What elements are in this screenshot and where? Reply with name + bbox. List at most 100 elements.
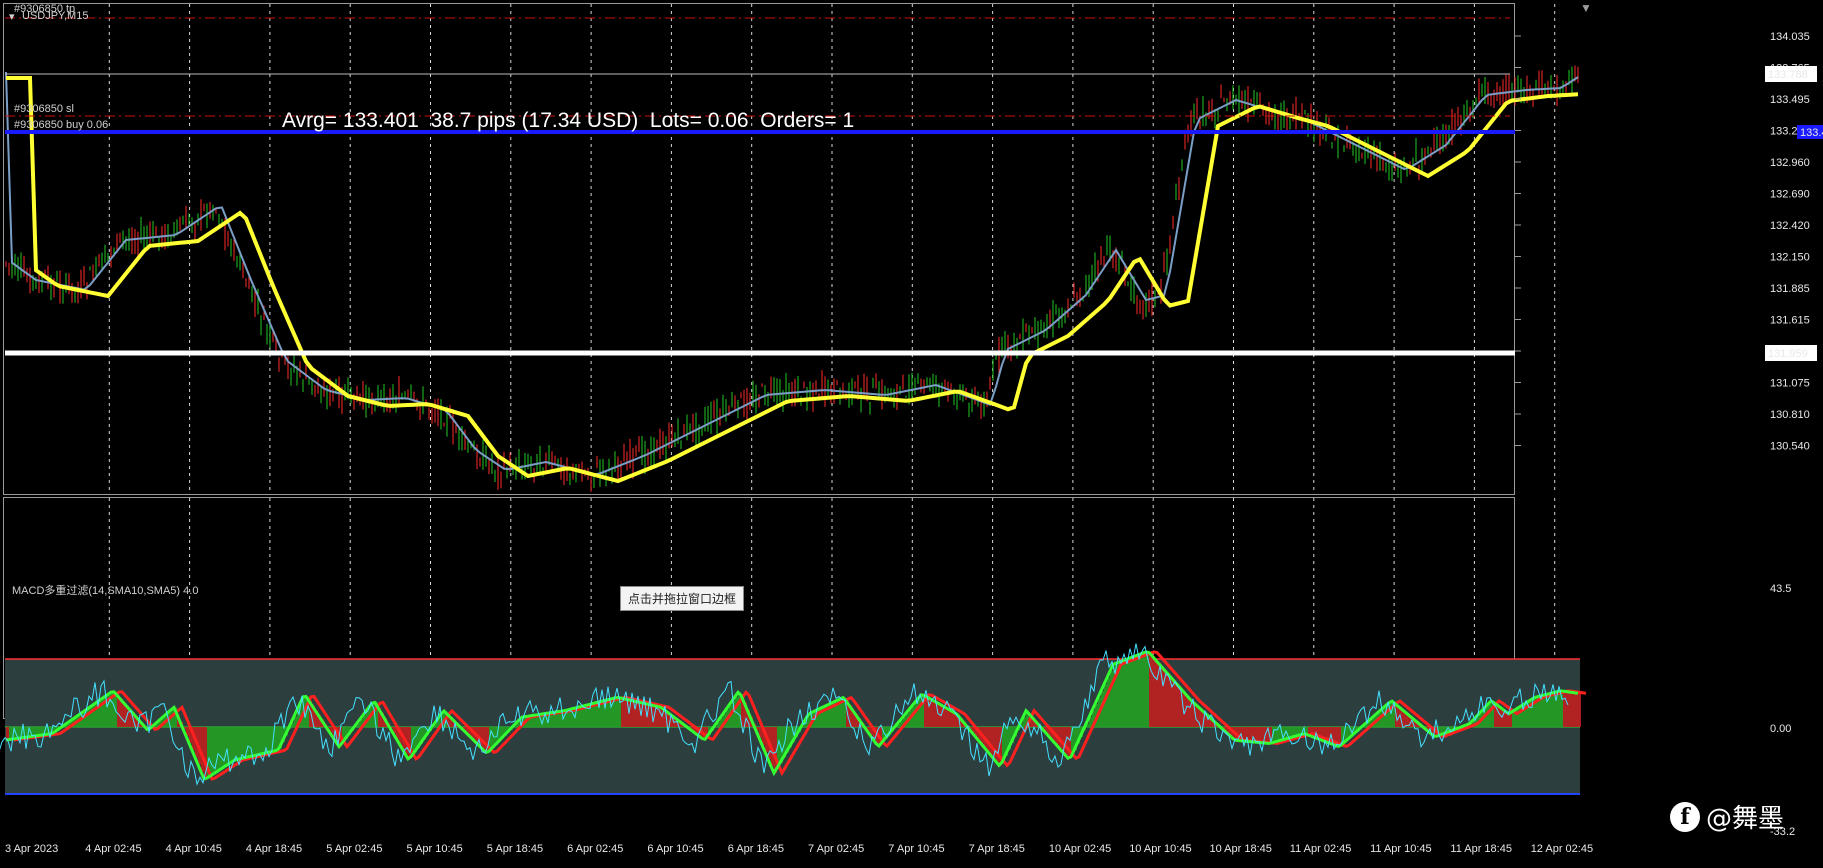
price-tick-label: 132.690: [1770, 189, 1810, 201]
time-axis[interactable]: 3 Apr 2023 4 Apr 02:45 4 Apr 10:45 4 Apr 18…: [5, 843, 1593, 855]
histogram-bar: [216, 727, 219, 773]
time-tick-label: 10 Apr 02:45: [1049, 843, 1111, 855]
symbol-label: USDJPY,M15: [22, 10, 88, 22]
histogram-bar: [1119, 662, 1122, 727]
histogram-bar: [1128, 658, 1131, 727]
histogram-bar: [261, 727, 264, 755]
time-tick-label: 4 Apr 02:45: [85, 843, 141, 855]
chart-window[interactable]: #9306850 tp USDJPY,M15 ▾ #9306850 sl #93…: [0, 0, 1823, 868]
time-tick-label: 7 Apr 18:45: [969, 843, 1025, 855]
histogram-bar: [1176, 683, 1179, 727]
histogram-bar: [1551, 693, 1554, 727]
watermark-text: @舞墨: [1706, 804, 1785, 834]
time-tick-label: 6 Apr 02:45: [567, 843, 623, 855]
histogram-bar: [225, 727, 228, 767]
time-tick-label: 10 Apr 18:45: [1210, 843, 1272, 855]
watermark: f @舞墨: [1670, 798, 1784, 835]
time-tick-label: 4 Apr 18:45: [246, 843, 302, 855]
histogram-bar: [1260, 727, 1263, 743]
histogram-bar: [1575, 692, 1578, 727]
order-summary: Avrg= 133.401 38.7 pips (17.34 USD) Lots…: [282, 109, 854, 132]
macd-range-band: [5, 658, 1580, 795]
histogram-bar: [234, 727, 237, 761]
histogram-bar: [1134, 656, 1137, 727]
histogram-bar: [600, 701, 603, 727]
histogram-bar: [255, 727, 258, 756]
histogram-bar: [1140, 654, 1143, 727]
histogram-bar: [258, 727, 261, 755]
avg-price-value: 133.401: [1800, 127, 1823, 139]
time-tick-label: 11 Apr 18:45: [1450, 843, 1512, 855]
histogram-bar: [1542, 695, 1545, 727]
histogram-bar: [1152, 655, 1155, 727]
scroll-marker-icon[interactable]: ▼: [1580, 1, 1592, 15]
histogram-bar: [1572, 692, 1575, 727]
time-tick-label: 6 Apr 10:45: [647, 843, 703, 855]
order-buy-label: #9306850 buy 0.06: [14, 119, 108, 131]
price-tick-label: 131.075: [1770, 378, 1810, 390]
histogram-bar: [1131, 657, 1134, 727]
price-tick-label: 134.035: [1770, 31, 1810, 43]
histogram-bar: [1173, 679, 1176, 727]
histogram-bar: [1509, 713, 1512, 727]
histogram-bar: [990, 727, 993, 755]
price-tick-label: 130.810: [1770, 409, 1810, 421]
histogram-bar: [1137, 655, 1140, 727]
histogram-bar: [408, 727, 411, 759]
price-tick-label: 132.960: [1770, 157, 1810, 169]
histogram-bar: [606, 700, 609, 727]
drag-border-tooltip: 点击并拖拉窗口边框: [620, 586, 745, 611]
histogram-bar: [1569, 691, 1572, 727]
histogram-bar: [237, 727, 240, 760]
histogram-bar: [240, 727, 243, 759]
histogram-bar: [243, 727, 246, 759]
histogram-bar: [624, 698, 627, 727]
time-tick-label: 4 Apr 10:45: [166, 843, 222, 855]
histogram-bar: [222, 727, 225, 769]
histogram-bar: [615, 697, 618, 727]
time-tick-label: 3 Apr 2023: [5, 843, 58, 855]
order-sl-label: #9306850 sl: [14, 103, 74, 115]
time-tick-label: 10 Apr 10:45: [1129, 843, 1191, 855]
histogram-bar: [1563, 691, 1566, 727]
histogram-bar: [1125, 659, 1128, 727]
dropdown-arrow-icon[interactable]: ▾: [9, 11, 15, 23]
price-tick-label: 133.495: [1770, 94, 1810, 106]
indicator-zero: 0.00: [1770, 723, 1791, 735]
histogram-bar: [210, 727, 213, 777]
time-tick-label: 11 Apr 10:45: [1370, 843, 1432, 855]
price-tick-label: 132.420: [1770, 220, 1810, 232]
histogram-bar: [1578, 693, 1581, 727]
time-tick-label: 12 Apr 02:45: [1531, 843, 1593, 855]
price-tick-label: 131.885: [1770, 283, 1810, 295]
current-price-value: 133.788: [1768, 69, 1808, 81]
histogram-bar: [1512, 711, 1515, 727]
histogram-bar: [6, 727, 9, 740]
indicator-label: MACD多重过滤(14,SMA10,SMA5) 4.0: [12, 583, 198, 597]
histogram-bar: [933, 700, 936, 727]
time-tick-label: 7 Apr 02:45: [808, 843, 864, 855]
price-tick-label: 130.540: [1770, 441, 1810, 453]
time-tick-label: 5 Apr 10:45: [407, 843, 463, 855]
histogram-bar: [594, 703, 597, 727]
white-level-value: 131.959: [1768, 348, 1808, 360]
histogram-bar: [1167, 672, 1170, 727]
histogram-bar: [252, 727, 255, 757]
histogram-bar: [636, 701, 639, 727]
facebook-icon: f: [1670, 801, 1700, 832]
histogram-bar: [1155, 659, 1158, 727]
histogram-bar: [915, 702, 918, 727]
histogram-bar: [1143, 652, 1146, 727]
chart-canvas: #9306850 tp USDJPY,M15 ▾ #9306850 sl #93…: [0, 1, 1823, 855]
histogram-bar: [1488, 704, 1491, 727]
histogram-bar: [1122, 660, 1125, 727]
histogram-bar: [1257, 727, 1260, 743]
time-tick-label: 5 Apr 18:45: [487, 843, 543, 855]
histogram-bar: [231, 727, 234, 763]
histogram-bar: [1104, 684, 1107, 727]
histogram-bar: [1107, 677, 1110, 727]
histogram-bar: [1557, 691, 1560, 727]
histogram-bar: [267, 727, 270, 753]
histogram-bar: [1566, 691, 1569, 727]
time-tick-label: 7 Apr 10:45: [888, 843, 944, 855]
